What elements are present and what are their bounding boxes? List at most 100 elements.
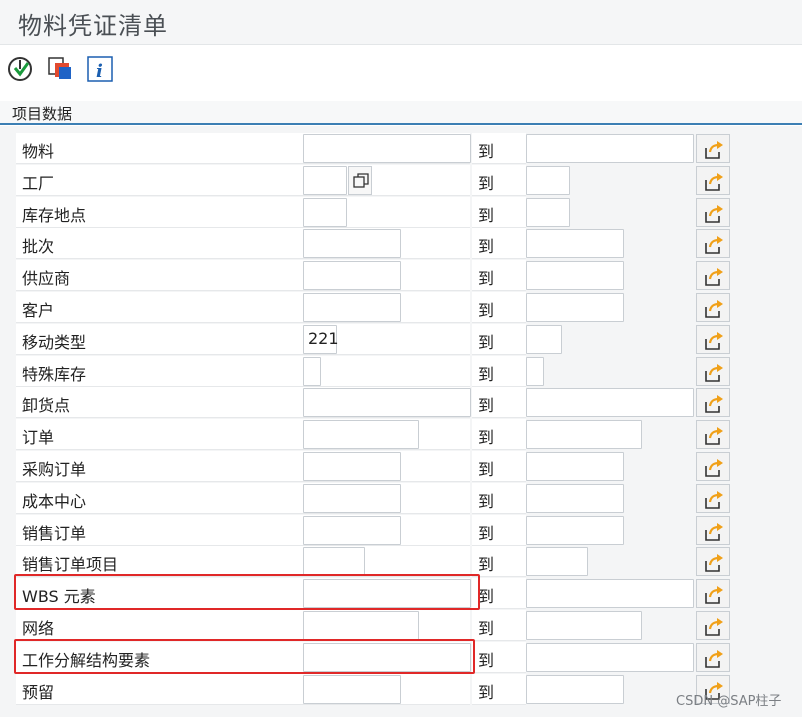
multiple-selection-icon bbox=[705, 395, 723, 414]
multiple-selection-button[interactable] bbox=[696, 356, 730, 386]
field-label: 库存地点 bbox=[22, 205, 87, 225]
highlight-frame-wbs-element bbox=[14, 639, 475, 674]
field-row: 批次 到 bbox=[0, 227, 802, 260]
high-value-input[interactable] bbox=[526, 229, 624, 259]
row-background bbox=[16, 164, 470, 196]
multiple-selection-button[interactable] bbox=[696, 229, 730, 259]
multiple-selection-icon bbox=[705, 522, 723, 541]
high-value-input[interactable] bbox=[526, 579, 694, 609]
high-value-input[interactable] bbox=[526, 420, 642, 450]
multiple-selection-icon bbox=[705, 363, 723, 382]
field-label: 工厂 bbox=[22, 173, 55, 193]
multiple-selection-button[interactable] bbox=[696, 261, 730, 291]
low-value-input[interactable] bbox=[303, 515, 401, 545]
high-value-input[interactable] bbox=[526, 324, 562, 354]
row-background bbox=[16, 228, 470, 260]
field-row: 客户 到 bbox=[0, 291, 802, 323]
field-label: 特殊库存 bbox=[22, 364, 87, 384]
high-value-input[interactable] bbox=[526, 674, 624, 704]
field-row: 特殊库存 到 bbox=[0, 355, 802, 387]
low-value-input[interactable] bbox=[303, 356, 321, 386]
info-icon[interactable]: i bbox=[86, 55, 114, 83]
field-row: 成本中心 到 bbox=[0, 482, 802, 514]
row-background bbox=[16, 673, 470, 705]
low-value-input[interactable] bbox=[303, 611, 419, 640]
high-value-input[interactable] bbox=[526, 356, 544, 386]
low-value-input[interactable] bbox=[303, 674, 401, 704]
multiple-selection-button[interactable] bbox=[696, 452, 730, 481]
multiple-selection-button[interactable] bbox=[696, 483, 730, 513]
high-value-input[interactable] bbox=[526, 452, 624, 481]
section-title: 项目数据 bbox=[12, 105, 73, 123]
low-value-input[interactable] bbox=[303, 452, 401, 481]
field-label: 采购订单 bbox=[22, 460, 87, 479]
low-value-input[interactable] bbox=[303, 134, 471, 163]
multiple-selection-button[interactable] bbox=[696, 579, 730, 609]
low-value-input[interactable] bbox=[303, 483, 401, 513]
svg-text:i: i bbox=[96, 61, 103, 82]
multiple-selection-icon bbox=[705, 172, 723, 191]
highlight-frame-wbs bbox=[14, 574, 480, 610]
to-label: 到 bbox=[478, 269, 495, 289]
multiple-selection-icon bbox=[705, 490, 723, 509]
high-value-input[interactable] bbox=[526, 134, 694, 163]
multiple-selection-button[interactable] bbox=[696, 515, 730, 545]
high-value-input[interactable] bbox=[526, 293, 624, 322]
low-value-input[interactable] bbox=[303, 388, 471, 418]
high-value-input[interactable] bbox=[526, 515, 624, 545]
low-value-input[interactable] bbox=[303, 261, 401, 291]
field-row: 工厂 到 bbox=[0, 164, 802, 196]
multiple-selection-button[interactable] bbox=[696, 420, 730, 450]
high-value-input[interactable] bbox=[526, 642, 694, 672]
multiple-selection-button[interactable] bbox=[696, 293, 730, 322]
low-value-input[interactable]: 221 bbox=[303, 324, 339, 354]
multiple-selection-button[interactable] bbox=[696, 197, 730, 227]
copy-variant-icon[interactable] bbox=[46, 55, 74, 83]
high-value-input[interactable] bbox=[526, 165, 570, 195]
field-label: 供应商 bbox=[22, 269, 71, 289]
multiple-selection-icon bbox=[705, 586, 723, 604]
multiple-selection-button[interactable] bbox=[696, 547, 730, 577]
high-value-input[interactable] bbox=[526, 388, 694, 418]
title-bar: 物料凭证清单 bbox=[0, 0, 802, 45]
to-label: 到 bbox=[478, 364, 495, 384]
value-help-icon[interactable] bbox=[348, 165, 372, 195]
low-value-input[interactable] bbox=[303, 547, 365, 577]
field-row: 卸货点 到 bbox=[0, 386, 802, 419]
multiple-selection-button[interactable] bbox=[696, 642, 730, 672]
to-label: 到 bbox=[478, 142, 495, 161]
to-label: 到 bbox=[478, 205, 495, 225]
multiple-selection-icon bbox=[705, 554, 723, 573]
high-value-input[interactable] bbox=[526, 197, 570, 227]
multiple-selection-button[interactable] bbox=[696, 611, 730, 640]
to-label: 到 bbox=[478, 237, 495, 257]
multiple-selection-icon bbox=[705, 427, 723, 445]
field-label: 客户 bbox=[22, 301, 55, 320]
low-value-input[interactable] bbox=[303, 165, 347, 195]
to-label: 到 bbox=[478, 301, 495, 320]
multiple-selection-button[interactable] bbox=[696, 324, 730, 354]
field-row: 网络 到 bbox=[0, 609, 802, 641]
field-row: 采购订单 到 bbox=[0, 450, 802, 482]
multiple-selection-icon bbox=[705, 618, 723, 636]
high-value-input[interactable] bbox=[526, 611, 642, 640]
multiple-selection-button[interactable] bbox=[696, 134, 730, 163]
multiple-selection-icon bbox=[705, 204, 723, 223]
high-value-input[interactable] bbox=[526, 547, 588, 577]
multiple-selection-button[interactable] bbox=[696, 388, 730, 418]
high-value-input[interactable] bbox=[526, 261, 624, 291]
low-value-input[interactable] bbox=[303, 197, 347, 227]
field-label: 预留 bbox=[22, 682, 55, 702]
multiple-selection-icon bbox=[705, 268, 723, 286]
low-value-input[interactable] bbox=[303, 229, 401, 259]
section-header: 项目数据 bbox=[0, 101, 802, 125]
field-label: 卸货点 bbox=[22, 396, 71, 416]
high-value-input[interactable] bbox=[526, 483, 624, 513]
field-label: 订单 bbox=[22, 428, 55, 448]
low-value-input[interactable] bbox=[303, 293, 401, 322]
to-label: 到 bbox=[478, 428, 495, 448]
multiple-selection-button[interactable] bbox=[696, 165, 730, 195]
low-value-input[interactable] bbox=[303, 420, 419, 450]
execute-icon[interactable] bbox=[6, 55, 34, 83]
to-label: 到 bbox=[478, 332, 495, 352]
